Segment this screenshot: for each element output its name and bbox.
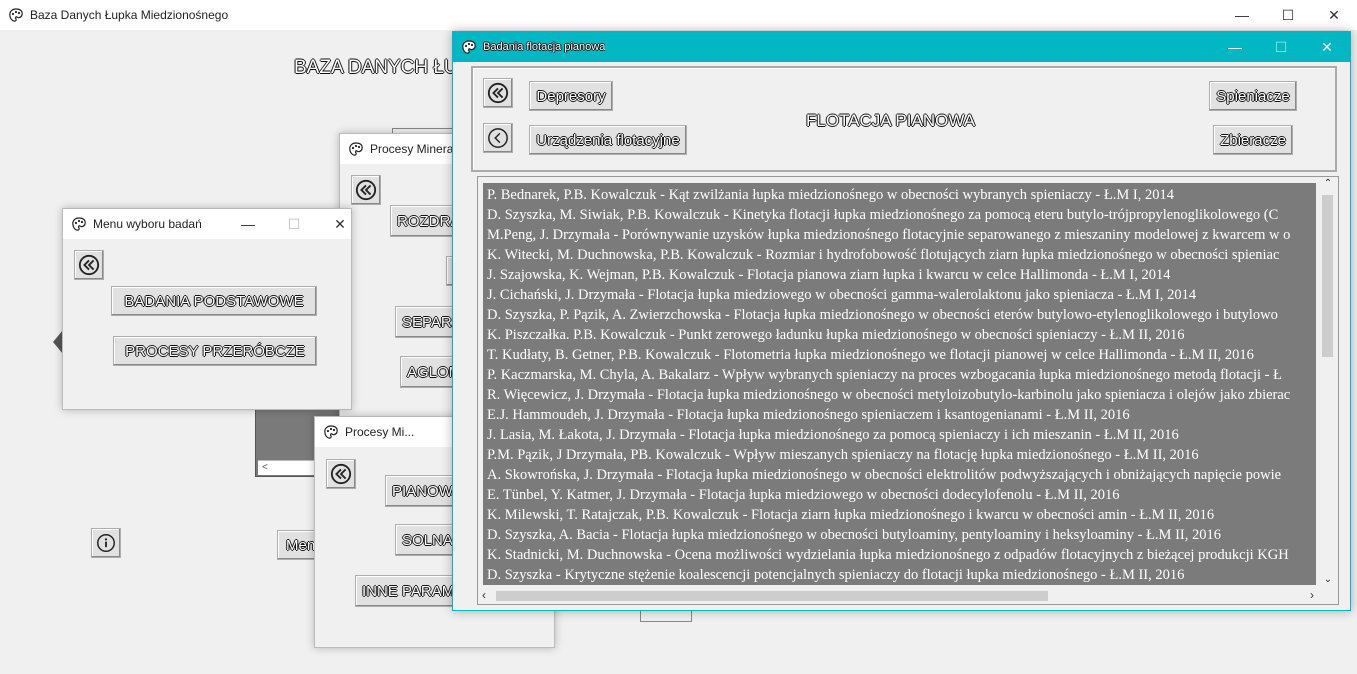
scroll-right-icon[interactable]: › [1310,587,1314,604]
close-button[interactable]: ✕ [1311,0,1357,30]
minimize-button[interactable]: — [1219,0,1265,30]
list-item[interactable]: D. Szyszka, M. Siwiak, P.B. Kowalczuk - … [483,205,1316,225]
double-chevron-left-icon [330,463,352,485]
list-item[interactable]: P. Kaczmarska, M. Chyla, A. Bakalarz - W… [483,365,1316,385]
paint-palette-icon [8,7,24,23]
list-item[interactable]: K. Stadnicki, M. Duchnowska - Ocena możl… [483,545,1316,565]
main-titlebar[interactable]: Baza Danych Łupka Miedzionośnego — ☐ ✕ [0,0,1357,30]
spieniacze-button[interactable]: Spieniacze [1209,81,1297,111]
double-chevron-left-icon [78,254,100,276]
list-item[interactable]: M.Peng, J. Drzymała - Porównywanie uzysk… [483,225,1316,245]
double-chevron-left-icon [487,82,509,104]
maximize-button[interactable]: ☐ [271,209,317,239]
horizontal-scrollbar[interactable]: ‹ › [478,587,1318,604]
maximize-button[interactable]: ☐ [1265,0,1311,30]
procesy-przerobcze-button[interactable]: PROCESY PRZERÓBCZE [113,336,317,366]
vertical-scrollbar[interactable]: ⌃ ⌄ [1318,177,1338,587]
menu-titlebar[interactable]: Menu wyboru badań — ☐ ✕ [63,209,351,239]
list-item[interactable]: E. Tünbel, Y. Katmer, J. Drzymała - Flot… [483,485,1316,505]
double-back-button[interactable] [351,175,381,205]
list-item[interactable]: P. Bednarek, P.B. Kowalczuk - Kąt zwilża… [483,185,1316,205]
double-back-button[interactable] [74,250,104,280]
flotacja-title: Badania flotacja pianowa [483,41,606,53]
paint-palette-icon [461,39,477,55]
double-chevron-left-icon [355,179,377,201]
list-item[interactable]: E.J. Hammoudeh, J. Drzymała - Flotacja ł… [483,405,1316,425]
list-item[interactable]: R. Więcewicz, J. Drzymała - Flotacja łup… [483,385,1316,405]
back-button[interactable] [483,123,513,153]
publications-list[interactable]: P. Bednarek, P.B. Kowalczuk - Kąt zwilża… [483,183,1316,585]
info-button[interactable] [91,528,121,558]
flotacja-titlebar[interactable]: Badania flotacja pianowa — ☐ ✕ [453,32,1350,62]
flotacja-window: Badania flotacja pianowa — ☐ ✕ Depresory… [452,31,1351,611]
minimize-button[interactable]: — [1212,32,1258,62]
list-item[interactable]: T. Kudłaty, B. Getner, P.B. Kowalczuk - … [483,345,1316,365]
list-item[interactable]: J. Cichański, J. Drzymała - Flotacja łup… [483,285,1316,305]
list-item[interactable]: D. Szyszka, A. Bacia - Flotacja łupka mi… [483,525,1316,545]
list-item[interactable]: D. Szyszka, P. Pązik, A. Zwierzchowska -… [483,305,1316,325]
scroll-left-icon[interactable]: ‹ [482,587,486,604]
close-button[interactable]: ✕ [1304,32,1350,62]
zbieracze-button[interactable]: Zbieracze [1213,125,1293,155]
paint-palette-icon [323,424,339,440]
list-item[interactable]: K. Milewski, T. Ratajczak, P.B. Kowalczu… [483,505,1316,525]
publications-list-frame: P. Bednarek, P.B. Kowalczuk - Kąt zwilża… [477,176,1339,605]
main-title: Baza Danych Łupka Miedzionośnego [30,8,229,22]
paint-palette-icon [348,141,364,157]
chevron-left-icon [487,127,509,149]
list-item[interactable]: J. Lasia, M. Łakota, J. Drzymała - Flota… [483,425,1316,445]
top-panel: Depresory Urządzenia flotacyjne FLOTACJA… [471,66,1337,172]
urzadzenia-flotacyjne-button[interactable]: Urządzenia flotacyjne [529,125,687,155]
list-item[interactable]: A. Skowrońska, J. Drzymała - Flotacja łu… [483,465,1316,485]
double-back-button[interactable] [483,78,513,108]
badania-podstawowe-button[interactable]: BADANIA PODSTAWOWE [111,286,317,316]
depresory-button[interactable]: Depresory [529,81,613,111]
flotacja-heading: FLOTACJA PIANOWA [806,111,976,130]
scroll-down-icon[interactable]: ⌄ [1318,573,1338,587]
hscroll-thumb[interactable] [496,591,1048,601]
list-item[interactable]: P.M. Pązik, J Drzymała, PB. Kowalczuk - … [483,445,1316,465]
list-item[interactable]: J. Szajowska, K. Wejman, P.B. Kowalczuk … [483,265,1316,285]
menu-title: Menu wyboru badań [93,217,202,231]
list-item[interactable]: K. Witecki, M. Duchnowska, P.B. Kowalczu… [483,245,1316,265]
info-icon [97,534,115,552]
maximize-button[interactable]: ☐ [1258,32,1304,62]
scroll-up-icon[interactable]: ⌃ [1318,177,1338,191]
list-item[interactable]: K. Piszczałka. P.B. Kowalczuk - Punkt ze… [483,325,1316,345]
paint-palette-icon [71,216,87,232]
procesy2-title: Procesy Mi... [345,425,415,439]
menu-window: Menu wyboru badań — ☐ ✕ BADANIA PODSTAWO… [62,208,352,410]
scroll-thumb[interactable] [1322,195,1333,357]
double-back-button[interactable] [326,459,356,489]
minimize-button[interactable]: — [225,209,271,239]
list-item[interactable]: D. Szyszka - Krytyczne stężenie koalesce… [483,565,1316,585]
close-button[interactable]: ✕ [317,209,363,239]
